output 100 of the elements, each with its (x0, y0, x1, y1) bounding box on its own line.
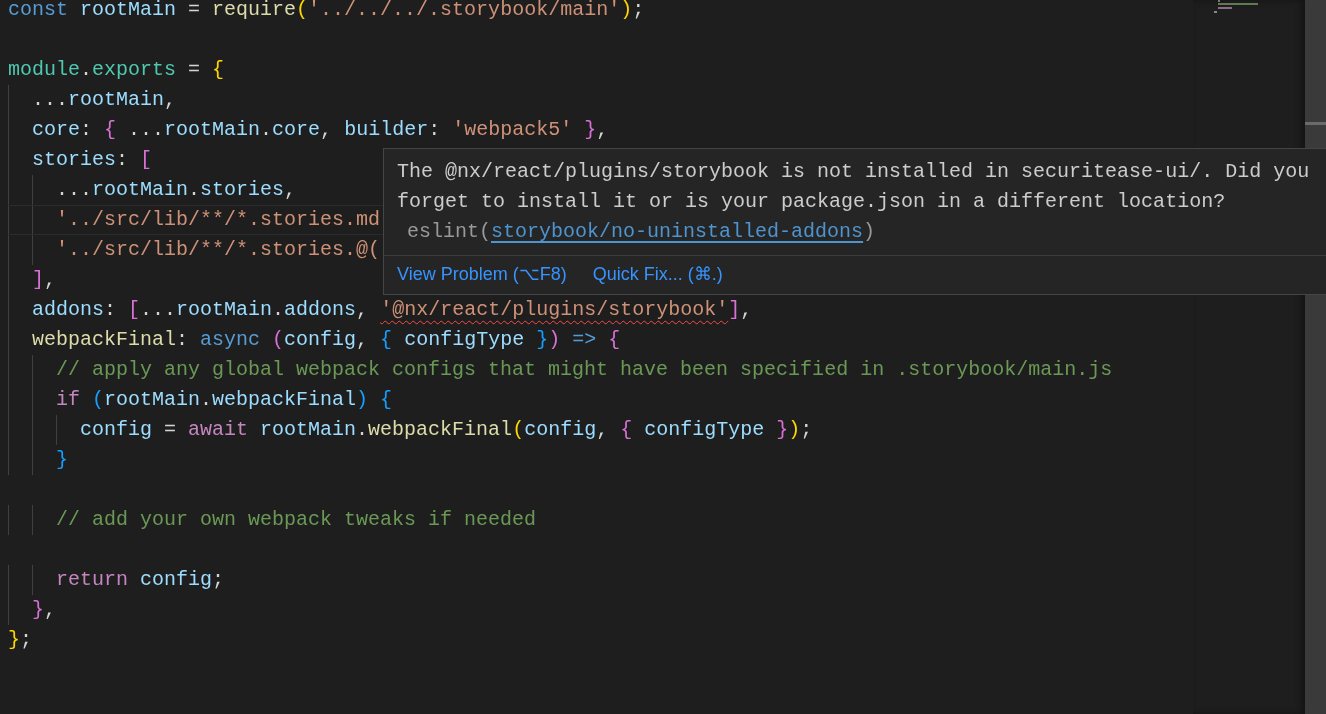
code-token: . (80, 57, 93, 83)
code-token: builder (344, 117, 429, 143)
code-token: async (200, 327, 261, 353)
code-token: ... (32, 87, 68, 113)
code-token: ( (91, 387, 105, 413)
code-token: ; (20, 627, 33, 653)
code-token: = (163, 417, 178, 443)
error-message: The @nx/react/plugins/storybook is not installed in securitease-ui/. Did you forget to install it or is your package.json in a different location? (397, 159, 1311, 215)
code-token: = (187, 0, 202, 23)
code-token: rootMain (79, 0, 177, 23)
code-token: : (428, 117, 442, 143)
code-token: exports (92, 57, 177, 83)
code-token: require (212, 0, 297, 23)
code-token: rootMain (68, 87, 165, 113)
code-token: , (44, 267, 57, 293)
code-token: [ (140, 147, 153, 173)
code-token: } (536, 327, 549, 353)
diagnostic-source: eslint(storybook/no-uninstalled-addons) (406, 219, 877, 245)
code-token: config (524, 417, 597, 443)
code-token: } (32, 597, 44, 623)
code-token: webpackFinal (368, 417, 513, 443)
code-token: . (356, 417, 369, 443)
code-token: . (188, 177, 201, 203)
code-token: , (44, 597, 57, 623)
code-token: } (776, 417, 789, 443)
code-token: ) (356, 387, 369, 413)
code-token: { (379, 387, 393, 413)
code-token: , (284, 177, 297, 203)
code-token: ( (271, 327, 285, 353)
code-token: stories (32, 147, 116, 173)
code-token: , (164, 87, 177, 113)
code-token: , (356, 327, 370, 353)
code-token: addons (32, 297, 104, 323)
code-token: await (188, 417, 249, 443)
code-token: config (284, 327, 357, 353)
action-link[interactable]: View Problem (⌥F8) (397, 260, 567, 288)
code-token: , (740, 297, 753, 323)
code-string: '../src/lib/**/*.stories.@( (56, 237, 381, 263)
code-token: } (56, 447, 68, 473)
code-token: ) (788, 417, 801, 443)
code-token: ... (127, 117, 165, 143)
code-token: . (260, 117, 273, 143)
code-token: => (571, 327, 597, 353)
code-token: config (139, 567, 213, 593)
code-token: } (583, 117, 597, 143)
code-token: ) (620, 0, 633, 23)
code-token: rootMain (104, 387, 201, 413)
code-token: rootMain (164, 117, 261, 143)
code-token: return (56, 567, 128, 593)
code-token: rootMain (176, 297, 273, 323)
code-token: core (272, 117, 321, 143)
code-token: } (8, 627, 20, 653)
code-token: ... (56, 177, 92, 203)
code-token: webpackFinal (32, 327, 177, 353)
code-string: '../src/lib/**/*.stories.md (56, 207, 381, 233)
code-token: stories (200, 177, 285, 203)
code-string: '../../../.storybook/main' (308, 0, 621, 23)
code-token: ) (548, 327, 561, 353)
code-token: , (596, 417, 610, 443)
code-token: : (80, 117, 94, 143)
code-token: [ (128, 297, 141, 323)
code-token: core (32, 117, 80, 143)
code-token: . (272, 297, 285, 323)
code-token: , (596, 117, 609, 143)
code-token: { (380, 327, 393, 353)
code-token: ; (212, 567, 225, 593)
code-token: { (104, 117, 117, 143)
code-token: configType (403, 327, 526, 353)
code-token: rootMain (259, 417, 357, 443)
code-token: : (104, 297, 118, 323)
code-token: ( (512, 417, 525, 443)
code-token: ; (800, 417, 813, 443)
code-token: ] (32, 267, 44, 293)
code-token: ( (296, 0, 309, 23)
code-token: { (212, 57, 225, 83)
error-string: '@nx/react/plugins/storybook' (380, 297, 729, 323)
code-token: { (607, 327, 621, 353)
code-token: ... (140, 297, 177, 323)
code-token: rootMain (92, 177, 189, 203)
action-link[interactable]: Quick Fix... (⌘.) (592, 260, 723, 288)
code-token: , (320, 117, 334, 143)
code-token: configType (643, 417, 766, 443)
code-token: webpackFinal (212, 387, 357, 413)
code-token: ] (728, 297, 741, 323)
code-token: if (56, 387, 80, 413)
code-token: ; (632, 0, 645, 23)
code-token: . (200, 387, 213, 413)
code-comment: // add your own webpack tweaks if needed (56, 507, 537, 533)
code-token: const (8, 0, 68, 23)
code-token: = (187, 57, 202, 83)
code-token: : (116, 147, 130, 173)
rule-link[interactable]: storybook/no-uninstalled-addons (491, 220, 864, 243)
code-token: : (176, 327, 190, 353)
code-token: , (356, 297, 370, 323)
code-token: module (8, 57, 80, 83)
code-token: { (620, 417, 633, 443)
code-comment: // apply any global webpack configs that might have been specified in .storybook/main.js (56, 357, 1113, 383)
code-token: addons (284, 297, 357, 323)
code-string: 'webpack5' (452, 117, 573, 143)
code-token: config (80, 417, 152, 443)
